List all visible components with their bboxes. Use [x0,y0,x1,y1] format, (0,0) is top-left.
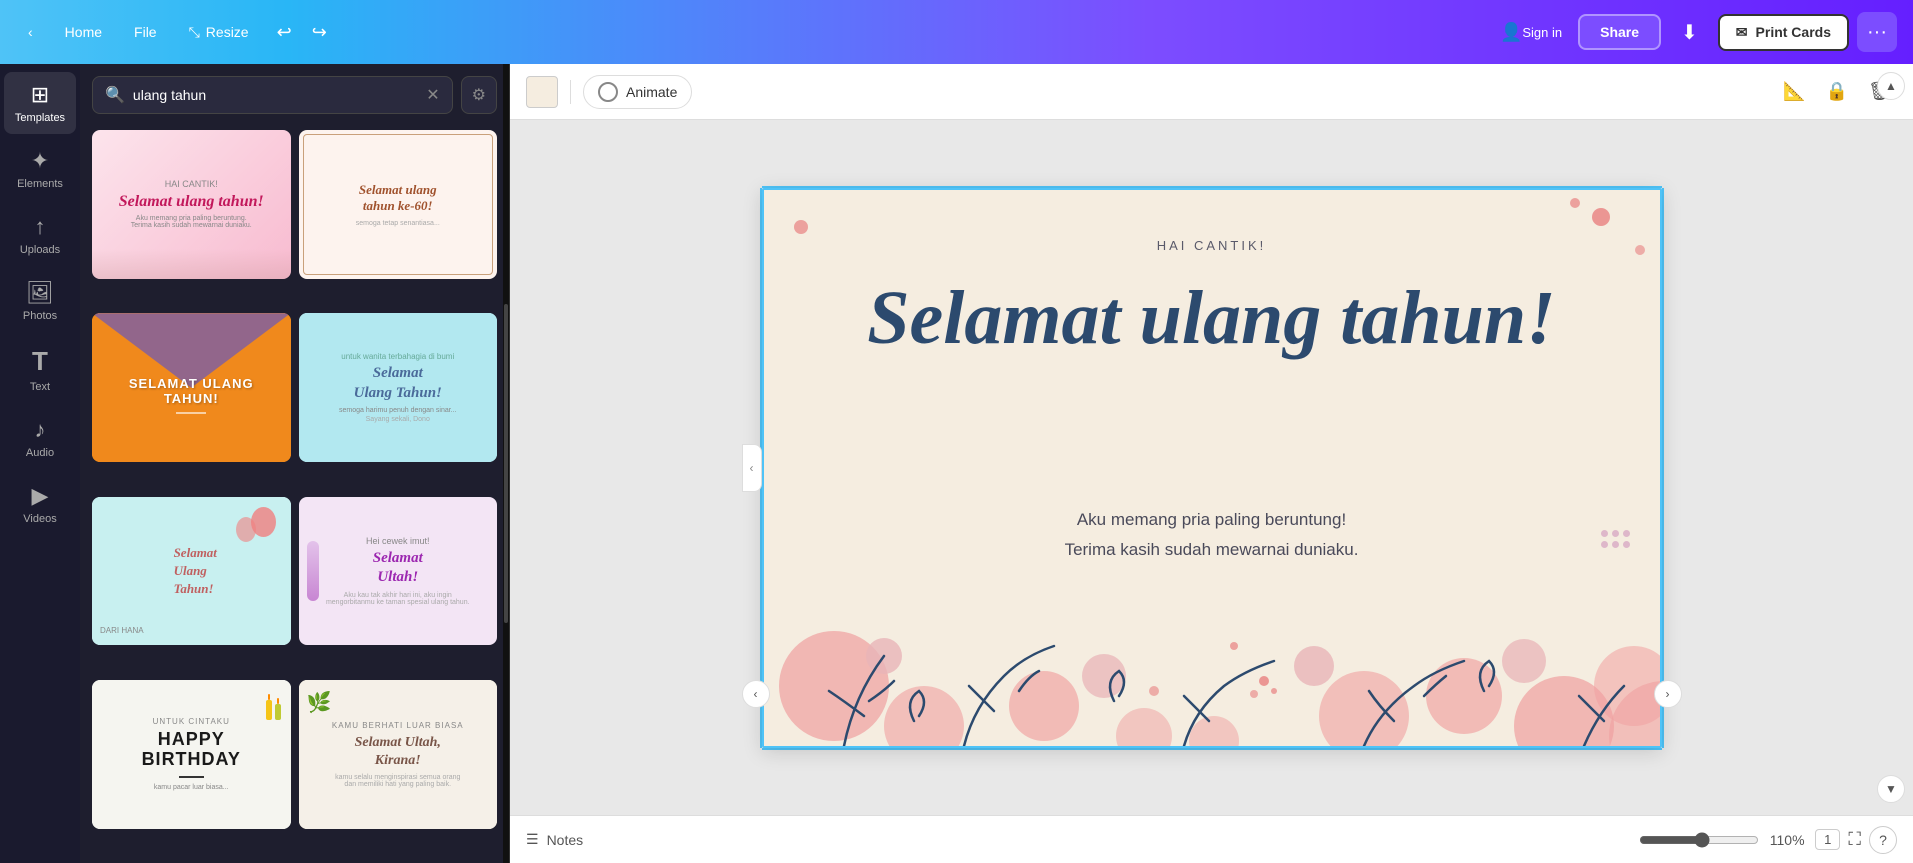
sidebar-label-templates: Templates [15,112,65,124]
zoom-level: 110% [1767,832,1807,848]
lock-icon: 🔒 [1826,81,1848,102]
sidebar-item-elements[interactable]: ✦ Elements [4,138,76,200]
sidebar-item-uploads[interactable]: ↑ Uploads [4,204,76,266]
template-card[interactable]: SELAMAT ULANGTAHUN! [92,313,291,462]
scroll-up-button[interactable]: ▲ [1877,72,1905,100]
template-card[interactable]: Hei cewek imut! SelamatUltah! Aku kau ta… [299,497,498,646]
share-button[interactable]: Share [1578,14,1661,50]
more-options-button[interactable]: ··· [1857,12,1897,52]
uploads-icon: ↑ [35,214,46,240]
canvas-area: Animate 📐 🔒 🗑 ▲ [510,64,1913,863]
templates-icon: ⊞ [31,82,49,108]
filter-icon: ⚙ [472,87,486,104]
floral-decoration [764,526,1662,746]
sidebar-label-photos: Photos [23,310,57,322]
zoom-control: 110% 1 ⛶ ? [1639,826,1897,854]
templates-grid: HAI CANTIK! Selamat ulang tahun! Aku mem… [80,122,509,863]
undo-button[interactable]: ↩ [269,14,300,51]
envelope-icon: ✉ [1736,24,1748,41]
template-card[interactable]: untuk wanita terbahagia di bumi SelamatU… [299,313,498,462]
text-icon: T [32,346,48,377]
download-icon: ⬇ [1681,20,1698,45]
back-button[interactable]: ‹ [16,18,45,46]
animate-circle-icon [598,82,618,102]
file-button[interactable]: File [122,18,169,46]
audio-icon: ♪ [35,417,46,443]
canvas-scroll-area[interactable]: HAI CANTIK! Selamat ulang tahun! Aku mem… [510,120,1913,815]
search-icon: 🔍 [105,85,125,105]
expand-icon: ⛶ [1848,829,1861,849]
search-wrapper: 🔍 ✕ [92,76,453,114]
search-input[interactable] [133,87,418,103]
animate-button[interactable]: Animate [583,75,692,109]
template-card[interactable]: UNTUK CINTAKU HAPPYBIRTHDAY kamu pacar l… [92,680,291,829]
card-title: Selamat ulang tahun! [764,275,1660,362]
zoom-slider[interactable] [1639,832,1759,848]
home-button[interactable]: Home [53,18,114,46]
design-canvas[interactable]: HAI CANTIK! Selamat ulang tahun! Aku mem… [762,188,1662,748]
sidebar-item-audio[interactable]: ♪ Audio [4,407,76,469]
sidebar-label-uploads: Uploads [20,244,60,256]
notes-button[interactable]: ☰ Notes [526,831,583,848]
elements-icon: ✦ [31,148,49,174]
canvas-toolbar: Animate 📐 🔒 🗑 [510,64,1913,120]
page-color-picker[interactable] [526,76,558,108]
redo-button[interactable]: ↪ [304,14,335,51]
print-button[interactable]: ✉ Print Cards [1718,14,1849,51]
template-card[interactable]: Selamat ulangtahun ke-60! semoga tetap s… [299,130,498,279]
search-bar: 🔍 ✕ ⚙ [80,64,509,122]
user-icon: 👤 [1500,22,1522,43]
filter-button[interactable]: ⚙ [461,76,497,114]
card-subtitle: HAI CANTIK! [764,238,1660,253]
left-sidebar: ⊞ Templates ✦ Elements ↑ Uploads 🖼 Photo… [0,64,80,863]
main-area: ⊞ Templates ✦ Elements ↑ Uploads 🖼 Photo… [0,64,1913,863]
resize-button[interactable]: ⤡ Resize [177,18,261,47]
panel-collapse-button[interactable]: ‹ [742,444,762,492]
top-navigation: ‹ Home File ⤡ Resize ↩ ↪ 👤 Sign in Share… [0,0,1913,64]
fullscreen-button[interactable]: ⛶ [1848,829,1861,850]
template-card[interactable]: HAI CANTIK! Selamat ulang tahun! Aku mem… [92,130,291,279]
resize-icon: ⤡ [189,24,200,41]
templates-panel: 🔍 ✕ ⚙ HAI CANTIK! Selamat ulang tahun! A… [80,64,510,863]
ruler-button[interactable]: 📐 [1777,75,1811,108]
sidebar-label-text: Text [30,381,50,393]
canvas-wrapper: HAI CANTIK! Selamat ulang tahun! Aku mem… [762,188,1662,748]
template-card[interactable]: KAMU BERHATI LUAR BIASA Selamat Ultah,Ki… [299,680,498,829]
download-button[interactable]: ⬇ [1669,12,1710,53]
sidebar-item-templates[interactable]: ⊞ Templates [4,72,76,134]
sidebar-label-videos: Videos [23,513,56,525]
ruler-icon: 📐 [1783,81,1805,102]
notes-icon: ☰ [526,831,539,848]
photos-icon: 🖼 [26,280,54,306]
sidebar-label-audio: Audio [26,447,54,459]
lock-button[interactable]: 🔒 [1820,75,1854,108]
sidebar-item-text[interactable]: T Text [4,336,76,403]
sidebar-item-photos[interactable]: 🖼 Photos [4,270,76,332]
sidebar-label-elements: Elements [17,178,63,190]
template-card[interactable]: SelamatUlangTahun! DARI HANA [92,497,291,646]
scroll-left-button[interactable]: ‹ [742,680,770,708]
scroll-right-button[interactable]: › [1654,680,1682,708]
scroll-down-button[interactable]: ▼ [1877,775,1905,803]
page-number: 1 [1815,829,1840,850]
bottom-bar: ☰ Notes 110% 1 ⛶ ? [510,815,1913,863]
videos-icon: ▶ [32,483,49,509]
help-button[interactable]: ? [1869,826,1897,854]
sidebar-item-videos[interactable]: ▶ Videos [4,473,76,535]
signin-button[interactable]: 👤 Sign in [1492,14,1570,51]
clear-search-button[interactable]: ✕ [426,85,439,105]
